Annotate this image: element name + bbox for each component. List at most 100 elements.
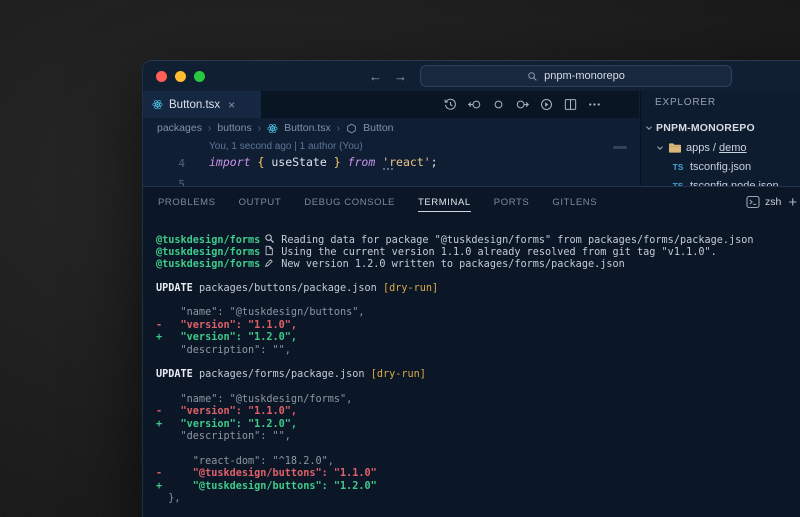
- terminal-text: [dry-run]: [383, 283, 438, 294]
- breadcrumb-item-button-tsx[interactable]: Button.tsx: [284, 122, 331, 134]
- more-actions-icon[interactable]: [587, 97, 602, 112]
- prev-change-icon[interactable]: [467, 97, 482, 112]
- chevron-down-icon: [645, 124, 653, 132]
- line-number: 4: [143, 157, 185, 170]
- terminal-text: Reading data for package "@tuskdesign/fo…: [281, 235, 753, 246]
- typescript-icon: TS: [671, 162, 685, 172]
- folder-icon: [668, 142, 682, 154]
- shell-selector[interactable]: zsh: [746, 195, 781, 209]
- window-titlebar: ← → pnpm-monorepo: [143, 61, 800, 91]
- terminal-text: "react-dom": "^18.2.0",: [156, 456, 334, 467]
- terminal-line: UPDATE packages/buttons/package.json [dr…: [156, 283, 800, 295]
- panel-tab-ports[interactable]: PORTS: [494, 197, 530, 208]
- terminal-line: @tuskdesign/formsNew version 1.2.0 writt…: [156, 258, 800, 270]
- terminal-line: "name": "@tuskdesign/forms",: [156, 394, 800, 406]
- panel-tab-gitlens[interactable]: GITLENS: [552, 197, 597, 208]
- command-center-search[interactable]: pnpm-monorepo: [420, 65, 732, 87]
- workspace-root-label: PNPM-MONOREPO: [656, 122, 755, 134]
- code-token: 'react': [382, 155, 430, 169]
- breadcrumb-separator: ›: [258, 123, 261, 134]
- folder-label: apps / demo: [686, 142, 747, 154]
- vscode-window: ← → pnpm-monorepo Button.tsx ×: [142, 60, 800, 517]
- minimize-window-button[interactable]: [175, 71, 186, 82]
- close-tab-icon[interactable]: ×: [228, 98, 235, 112]
- window-controls: [156, 61, 205, 91]
- document-icon: [264, 245, 278, 255]
- sidebar-item-apps-demo[interactable]: apps / demo: [641, 138, 800, 157]
- terminal-text: - "version": "1.1.0",: [156, 406, 297, 417]
- terminal-line: [156, 270, 800, 282]
- terminal-text: UPDATE: [156, 283, 193, 294]
- terminal-line: @tuskdesign/forms Reading data for packag…: [156, 233, 800, 245]
- zoom-window-button[interactable]: [194, 71, 205, 82]
- terminal-line: "description": "",: [156, 345, 800, 357]
- terminal-text: @tuskdesign/forms: [156, 235, 260, 246]
- split-editor-icon[interactable]: [563, 97, 578, 112]
- terminal-text: "name": "@tuskdesign/forms",: [156, 394, 352, 405]
- sidebar-item-tsconfig-node-json[interactable]: TStsconfig.node.json: [641, 176, 800, 186]
- panel-tab-output[interactable]: OUTPUT: [239, 197, 282, 208]
- terminal-text: "description": "",: [156, 431, 291, 442]
- terminal-text: - "@tuskdesign/buttons": "1.1.0": [156, 468, 377, 479]
- back-button[interactable]: ←: [369, 69, 382, 84]
- terminal-text: "description": "",: [156, 345, 291, 356]
- editor-scrollbar-thumb[interactable]: [613, 146, 627, 149]
- terminal-line: - "@tuskdesign/buttons": "1.1.0": [156, 468, 800, 480]
- sidebar-item-root[interactable]: PNPM-MONOREPO: [641, 118, 800, 137]
- terminal-text: + "version": "1.2.0",: [156, 419, 297, 430]
- editor-actions-toolbar: [443, 91, 602, 118]
- terminal-text: UPDATE: [156, 369, 193, 380]
- code-line: import { useState } from 'react';: [209, 155, 438, 169]
- terminal-panel: PROBLEMS OUTPUT DEBUG CONSOLE TERMINAL PORTS…: [143, 186, 800, 517]
- terminal-text: packages/buttons/package.json: [193, 283, 383, 294]
- react-icon: [267, 123, 278, 134]
- history-icon[interactable]: [443, 97, 458, 112]
- explorer-sidebar: EXPLORER PNPM-MONOREPO apps / demo TStsc…: [640, 91, 800, 186]
- terminal-controls: zsh +: [746, 187, 797, 217]
- terminal-text: + "version": "1.2.0",: [156, 332, 297, 343]
- next-change-icon[interactable]: [515, 97, 530, 112]
- terminal-text: Using the current version 1.1.0 already …: [281, 247, 716, 258]
- folder-label-demo: demo: [719, 142, 747, 154]
- file-label: tsconfig.json: [690, 161, 751, 173]
- panel-tab-debug-console[interactable]: DEBUG CONSOLE: [304, 197, 395, 208]
- code-token: from: [348, 155, 376, 169]
- terminal-icon: [746, 195, 760, 209]
- gitlens-blame-annotation: You, 1 second ago | 1 author (You): [209, 141, 363, 152]
- breadcrumb-item-button[interactable]: Button: [363, 122, 393, 134]
- terminal-text: - "version": "1.1.0",: [156, 320, 297, 331]
- terminal-line: "react-dom": "^18.2.0",: [156, 456, 800, 468]
- breadcrumb-item-buttons[interactable]: buttons: [217, 122, 251, 134]
- close-window-button[interactable]: [156, 71, 167, 82]
- terminal-line: [156, 357, 800, 369]
- terminal-line: },: [156, 493, 800, 505]
- terminal-output[interactable]: @tuskdesign/forms Reading data for packag…: [143, 217, 800, 517]
- run-icon[interactable]: [539, 97, 554, 112]
- terminal-line: + "version": "1.2.0",: [156, 419, 800, 431]
- code-editor[interactable]: You, 1 second ago | 1 author (You) 4 imp…: [143, 138, 639, 186]
- terminal-line: "name": "@tuskdesign/buttons",: [156, 307, 800, 319]
- terminal-line: - "version": "1.1.0",: [156, 406, 800, 418]
- search-value: pnpm-monorepo: [544, 70, 625, 82]
- main-area: Button.tsx ×: [143, 91, 800, 186]
- magnifier-icon: [264, 233, 278, 243]
- panel-tab-bar: PROBLEMS OUTPUT DEBUG CONSOLE TERMINAL PORTS…: [158, 187, 597, 217]
- panel-tab-problems[interactable]: PROBLEMS: [158, 197, 216, 208]
- sidebar-item-tsconfig-json[interactable]: TS tsconfig.json: [641, 157, 800, 176]
- panel-tab-terminal[interactable]: TERMINAL: [418, 197, 471, 212]
- terminal-line: - "version": "1.1.0",: [156, 320, 800, 332]
- code-token: }: [334, 155, 341, 169]
- breadcrumb-item-packages[interactable]: packages: [157, 122, 202, 134]
- tab-button-tsx[interactable]: Button.tsx ×: [143, 91, 261, 118]
- new-terminal-button[interactable]: +: [788, 194, 797, 211]
- terminal-text: packages/forms/package.json: [193, 369, 371, 380]
- forward-button[interactable]: →: [394, 69, 407, 84]
- terminal-line: UPDATE packages/forms/package.json [dry-…: [156, 369, 800, 381]
- terminal-line: + "@tuskdesign/buttons": "1.2.0": [156, 481, 800, 493]
- current-change-icon[interactable]: [491, 97, 506, 112]
- terminal-text: [dry-run]: [371, 369, 426, 380]
- search-icon: [527, 71, 538, 82]
- chevron-down-icon: [656, 144, 664, 152]
- terminal-line: [156, 382, 800, 394]
- terminal-text: "name": "@tuskdesign/buttons",: [156, 307, 365, 318]
